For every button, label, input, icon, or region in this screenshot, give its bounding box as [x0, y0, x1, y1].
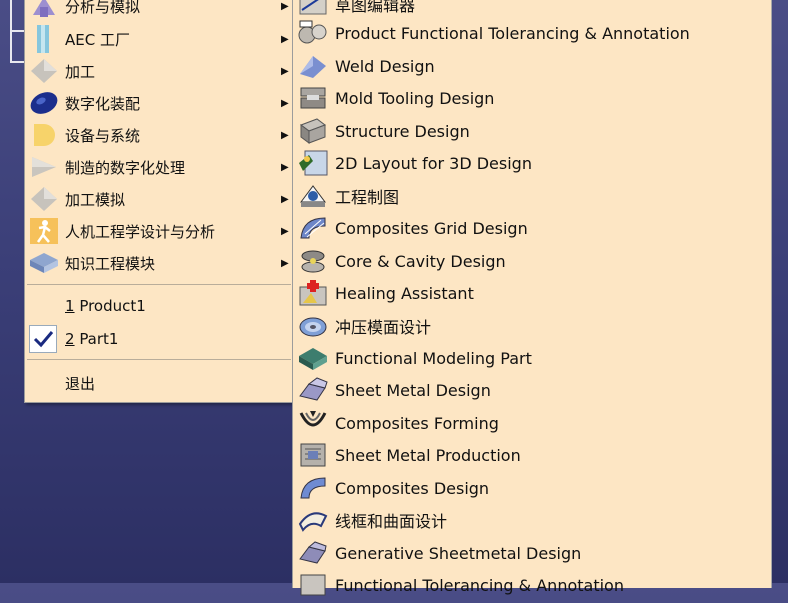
digital-mockup-icon — [29, 89, 59, 117]
menu-item-analysis-simulation[interactable]: 分析与模拟 ▶ — [25, 0, 293, 21]
mold-tooling-icon — [297, 84, 329, 112]
sheet-metal-design-icon — [297, 376, 329, 404]
submenu-arrow-icon: ▶ — [281, 193, 289, 205]
machining-simulation-icon — [29, 185, 59, 213]
menu-separator — [27, 284, 291, 285]
menu-item-structure-design[interactable]: Structure Design — [293, 115, 771, 147]
submenu-arrow-icon: ▶ — [281, 257, 289, 269]
menu-item-product-tolerancing[interactable]: Product Functional Tolerancing & Annotat… — [293, 17, 771, 49]
submenu-arrow-icon: ▶ — [281, 0, 289, 12]
menu-separator — [27, 359, 291, 360]
menu-item-generative-sheetmetal[interactable]: Generative Sheetmetal Design — [293, 537, 771, 569]
menu-item-functional-modeling[interactable]: Functional Modeling Part — [293, 342, 771, 374]
analysis-simulation-icon — [29, 0, 59, 20]
recent-file-product1[interactable]: 1 Product1 — [25, 291, 293, 321]
sheet-metal-production-icon — [297, 441, 329, 469]
healing-assistant-icon — [297, 279, 329, 307]
menu-item-machining-simulation[interactable]: 加工模拟 ▶ — [25, 184, 293, 214]
generative-sheetmetal-icon — [297, 539, 329, 567]
die-face-design-icon — [297, 312, 329, 340]
machining-icon — [29, 57, 59, 85]
submenu-arrow-icon: ▶ — [281, 33, 289, 45]
menu-item-digital-process-manufacturing[interactable]: 制造的数字化处理 ▶ — [25, 152, 293, 182]
menu-item-weld-design[interactable]: Weld Design — [293, 50, 771, 82]
composites-forming-icon — [297, 409, 329, 437]
menu-item-composites-forming[interactable]: Composites Forming — [293, 407, 771, 439]
submenu-arrow-icon: ▶ — [281, 65, 289, 77]
composites-grid-icon — [297, 214, 329, 242]
menu-item-knowledgeware[interactable]: 知识工程模块 ▶ — [25, 248, 293, 278]
menu-item-core-cavity[interactable]: Core & Cavity Design — [293, 245, 771, 277]
functional-modeling-icon — [297, 344, 329, 372]
digital-process-manufacturing-icon — [29, 153, 59, 181]
menu-item-wireframe-surface[interactable]: 线框和曲面设计 — [293, 504, 771, 536]
menu-item-die-face-design[interactable]: 冲压模面设计 — [293, 310, 771, 342]
functional-tolerancing-icon — [297, 571, 329, 599]
menu-item-mold-tooling[interactable]: Mold Tooling Design — [293, 82, 771, 114]
menu-item-sheet-metal-production[interactable]: Sheet Metal Production — [293, 439, 771, 471]
menu-item-aec-plant[interactable]: AEC 工厂 ▶ — [25, 24, 293, 54]
menu-item-composites-grid[interactable]: Composites Grid Design — [293, 212, 771, 244]
composites-design-icon — [297, 474, 329, 502]
start-menu-submenu: 分析与模拟 ▶ AEC 工厂 ▶ 加工 ▶ 数字化装配 ▶ 设备与系统 ▶ 制造 — [24, 0, 294, 403]
sketcher-icon — [297, 0, 329, 18]
core-cavity-icon — [297, 247, 329, 275]
weld-design-icon — [297, 52, 329, 80]
mechanical-design-submenu: 草图编辑器 Product Functional Tolerancing & A… — [292, 0, 772, 596]
ergonomics-icon — [29, 217, 59, 245]
menu-item-equipment-systems[interactable]: 设备与系统 ▶ — [25, 120, 293, 150]
knowledgeware-icon — [29, 249, 59, 277]
submenu-arrow-icon: ▶ — [281, 225, 289, 237]
equipment-systems-icon — [29, 121, 59, 149]
menu-item-composites-design[interactable]: Composites Design — [293, 472, 771, 504]
submenu-arrow-icon: ▶ — [281, 97, 289, 109]
wireframe-surface-icon — [297, 506, 329, 534]
submenu-arrow-icon: ▶ — [281, 129, 289, 141]
aec-plant-icon — [29, 25, 59, 53]
menu-item-2d-layout[interactable]: 2D Layout for 3D Design — [293, 147, 771, 179]
2d-layout-icon — [297, 149, 329, 177]
recent-file-part1[interactable]: 2 Part1 — [25, 324, 293, 354]
menu-item-functional-tolerancing[interactable]: Functional Tolerancing & Annotation — [293, 569, 771, 601]
menu-item-healing-assistant[interactable]: Healing Assistant — [293, 277, 771, 309]
structure-design-icon — [297, 117, 329, 145]
checkmark-icon — [29, 325, 57, 353]
submenu-arrow-icon: ▶ — [281, 161, 289, 173]
menu-item-sheet-metal-design[interactable]: Sheet Metal Design — [293, 374, 771, 406]
menu-item-machining[interactable]: 加工 ▶ — [25, 56, 293, 86]
drafting-icon — [297, 182, 329, 210]
menu-item-digital-mockup[interactable]: 数字化装配 ▶ — [25, 88, 293, 118]
product-tolerancing-icon — [297, 19, 329, 47]
menu-item-exit[interactable]: 退出 — [25, 368, 293, 398]
menu-item-ergonomics[interactable]: 人机工程学设计与分析 ▶ — [25, 216, 293, 246]
menu-item-drafting[interactable]: 工程制图 — [293, 180, 771, 212]
